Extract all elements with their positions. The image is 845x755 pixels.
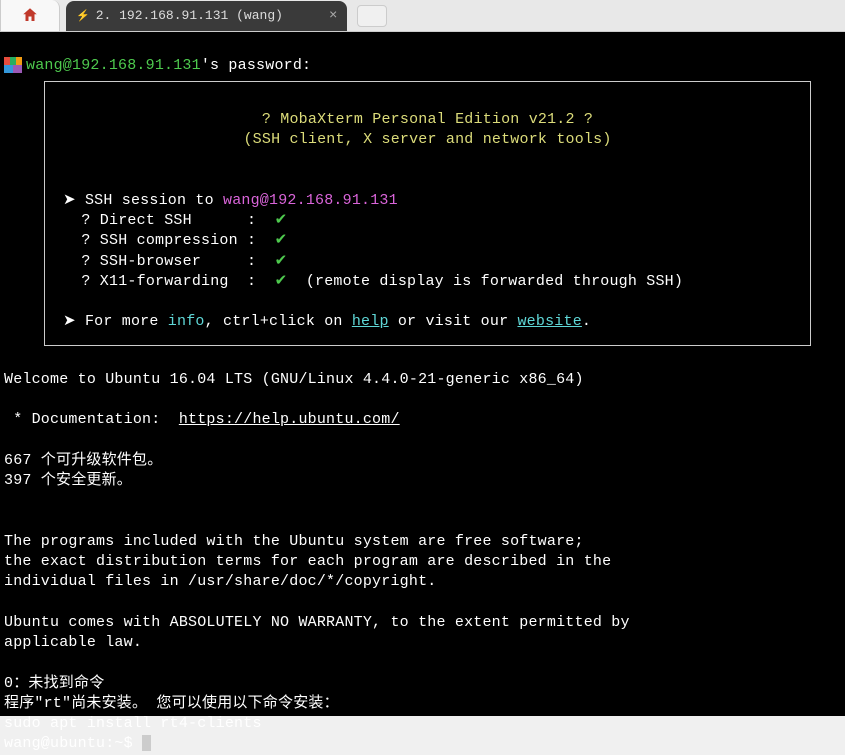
website-link[interactable]: website xyxy=(517,313,581,330)
tab-bar: ⚡ 2. 192.168.91.131 (wang) × xyxy=(0,0,845,32)
close-tab-icon[interactable]: × xyxy=(329,8,337,24)
more-mid2: or visit our xyxy=(389,313,518,330)
new-tab-button[interactable] xyxy=(357,5,387,27)
moba-icon xyxy=(4,57,22,73)
cursor xyxy=(142,735,151,751)
ssh-session-label: ➤ SSH session to xyxy=(63,192,223,209)
home-icon xyxy=(21,6,39,24)
session-tab[interactable]: ⚡ 2. 192.168.91.131 (wang) × xyxy=(66,1,347,31)
feat-direct-ssh: ? Direct SSH : xyxy=(63,212,275,229)
help-link[interactable]: help xyxy=(352,313,389,330)
tab-title: 2. 192.168.91.131 (wang) xyxy=(96,8,283,23)
check-icon: ✔ xyxy=(275,253,288,270)
check-icon: ✔ xyxy=(275,273,288,290)
mobaxterm-banner: ? MobaXterm Personal Edition v21.2 ? (SS… xyxy=(44,81,811,346)
banner-subtitle: (SSH client, X server and network tools) xyxy=(243,131,611,148)
password-prompt: 's password: xyxy=(201,57,311,74)
more-mid1: , ctrl+click on xyxy=(205,313,352,330)
more-end: . xyxy=(582,313,591,330)
ssh-user-host: wang@192.168.91.131 xyxy=(26,57,201,74)
check-icon: ✔ xyxy=(275,212,288,229)
more-prefix: ➤ For more xyxy=(63,313,168,330)
terminal-area[interactable]: wang@192.168.91.131's password: ? MobaXt… xyxy=(0,32,845,716)
home-tab[interactable] xyxy=(0,0,60,32)
security-line: 397 个安全更新。 xyxy=(4,472,132,489)
upgrades-line: 667 个可升级软件包。 xyxy=(4,452,162,469)
welcome-line: Welcome to Ubuntu 16.04 LTS (GNU/Linux 4… xyxy=(4,371,584,388)
doc-url[interactable]: https://help.ubuntu.com/ xyxy=(179,411,400,428)
lightning-icon: ⚡ xyxy=(76,9,90,23)
x11-note: (remote display is forwarded through SSH… xyxy=(287,273,683,290)
feat-compression: ? SSH compression : xyxy=(63,232,275,249)
err-cmd: 0：未找到命令 xyxy=(4,675,104,692)
rt-suggest: 程序"rt"尚未安装。 您可以使用以下命令安装： xyxy=(4,695,339,712)
warranty-2: applicable law. xyxy=(4,634,142,651)
freesoft-3: individual files in /usr/share/doc/*/cop… xyxy=(4,573,436,590)
info-link[interactable]: info xyxy=(168,313,205,330)
rt-install: sudo apt install rt4-clients xyxy=(4,715,262,732)
freesoft-2: the exact distribution terms for each pr… xyxy=(4,553,611,570)
doc-label: * Documentation: xyxy=(4,411,179,428)
banner-title: ? MobaXterm Personal Edition v21.2 ? xyxy=(262,111,593,128)
warranty-1: Ubuntu comes with ABSOLUTELY NO WARRANTY… xyxy=(4,614,630,631)
feat-browser: ? SSH-browser : xyxy=(63,253,275,270)
shell-prompt: wang@ubuntu:~$ xyxy=(4,735,142,752)
feat-x11: ? X11-forwarding : xyxy=(63,273,275,290)
check-icon: ✔ xyxy=(275,232,288,249)
ssh-session-target: wang@192.168.91.131 xyxy=(223,192,398,209)
freesoft-1: The programs included with the Ubuntu sy… xyxy=(4,533,584,550)
